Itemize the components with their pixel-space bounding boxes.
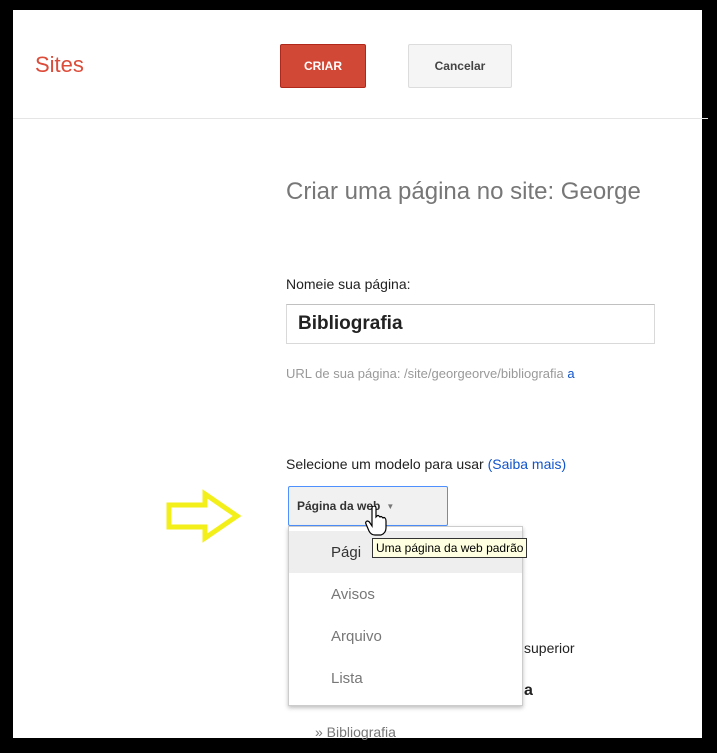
template-option-file-cabinet[interactable]: Arquivo (289, 615, 522, 657)
learn-more-link[interactable]: (Saiba mais) (488, 456, 567, 472)
left-border (10, 10, 13, 743)
page-url: URL de sua página: /site/georgeorve/bibl… (286, 366, 575, 381)
hand-pointer-icon (365, 506, 387, 536)
page-url-text: URL de sua página: /site/georgeorve/bibl… (286, 366, 564, 381)
section-heading-fragment: a (524, 682, 533, 699)
page-title: Criar uma página no site: George (286, 178, 641, 205)
right-arrow-icon (166, 489, 241, 543)
screenshot-frame: Sites CRIAR Cancelar Criar uma página no… (10, 10, 708, 743)
header-divider (13, 118, 708, 119)
template-option-announcements[interactable]: Avisos (289, 573, 522, 615)
create-button[interactable]: CRIAR (280, 44, 366, 88)
tooltip: Uma página da web padrão (372, 538, 528, 558)
page-tree-item: » Bibliografia (315, 724, 396, 740)
right-border (702, 10, 708, 743)
triangle-down-icon: ▼ (386, 501, 395, 511)
template-label-text: Selecione um modelo para usar (286, 456, 484, 472)
template-label: Selecione um modelo para usar (Saiba mai… (286, 456, 566, 472)
parent-page-option-label: superior (524, 640, 575, 656)
cancel-button[interactable]: Cancelar (408, 44, 512, 88)
template-option-list[interactable]: Lista (289, 657, 522, 699)
page-name-label: Nomeie sua página: (286, 276, 411, 292)
url-change-link[interactable]: a (567, 366, 574, 381)
app-name[interactable]: Sites (35, 52, 84, 78)
page-name-input[interactable]: Bibliografia (286, 304, 655, 344)
